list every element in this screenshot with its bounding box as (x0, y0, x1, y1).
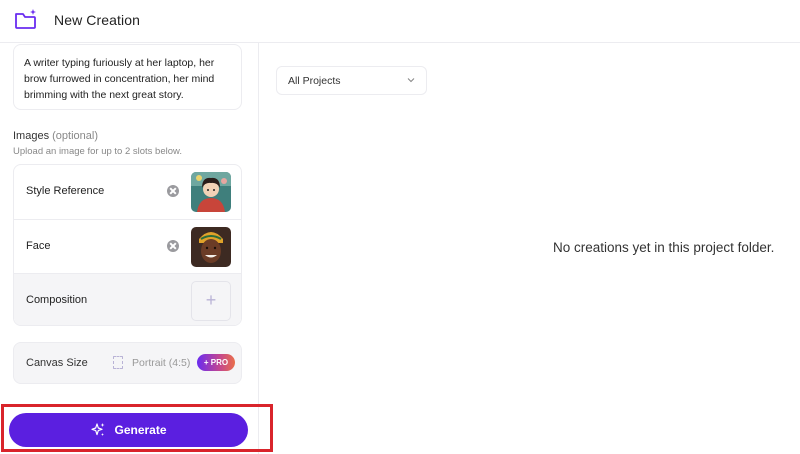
generate-highlight: Generate (1, 404, 273, 452)
project-filter-value: All Projects (288, 75, 341, 87)
top-bar: New Creation (0, 0, 800, 43)
sparkle-icon (91, 423, 105, 436)
optional-tag: (optional) (52, 130, 98, 142)
slot-label: Face (26, 240, 51, 252)
slot-style-reference[interactable]: Style Reference (14, 165, 241, 219)
face-thumbnail[interactable] (191, 227, 231, 267)
style-reference-thumbnail[interactable] (191, 172, 231, 212)
pro-badge[interactable]: + PRO (197, 354, 235, 371)
images-section-title: Images (optional) (13, 130, 98, 142)
empty-state-message: No creations yet in this project folder. (553, 240, 775, 255)
slot-composition[interactable]: Composition + (14, 273, 241, 325)
canvas-size-value: Portrait (4:5) (132, 357, 191, 369)
remove-icon[interactable] (167, 240, 179, 252)
portrait-icon (113, 356, 123, 369)
images-label: Images (13, 130, 50, 142)
slot-label: Style Reference (26, 185, 105, 197)
image-slots: Style Reference Face Composition + (13, 164, 242, 326)
remove-icon[interactable] (167, 185, 179, 197)
chevron-down-icon (407, 78, 415, 83)
prompt-input[interactable]: A writer typing furiously at her laptop,… (13, 44, 242, 110)
slot-face[interactable]: Face (14, 219, 241, 273)
left-panel: A writer typing furiously at her laptop,… (0, 43, 273, 454)
project-filter-dropdown[interactable]: All Projects (276, 66, 427, 95)
slot-label: Composition (26, 294, 88, 306)
images-hint: Upload an image for up to 2 slots below. (13, 146, 182, 157)
page-title: New Creation (54, 12, 141, 28)
canvas-size-selector[interactable]: Canvas Size Portrait (4:5) + PRO (13, 342, 242, 384)
add-image-button[interactable]: + (191, 281, 231, 321)
generate-label: Generate (114, 423, 167, 437)
canvas-size-label: Canvas Size (26, 357, 88, 369)
generate-button[interactable]: Generate (9, 413, 248, 447)
folder-sparkle-icon (15, 9, 36, 29)
